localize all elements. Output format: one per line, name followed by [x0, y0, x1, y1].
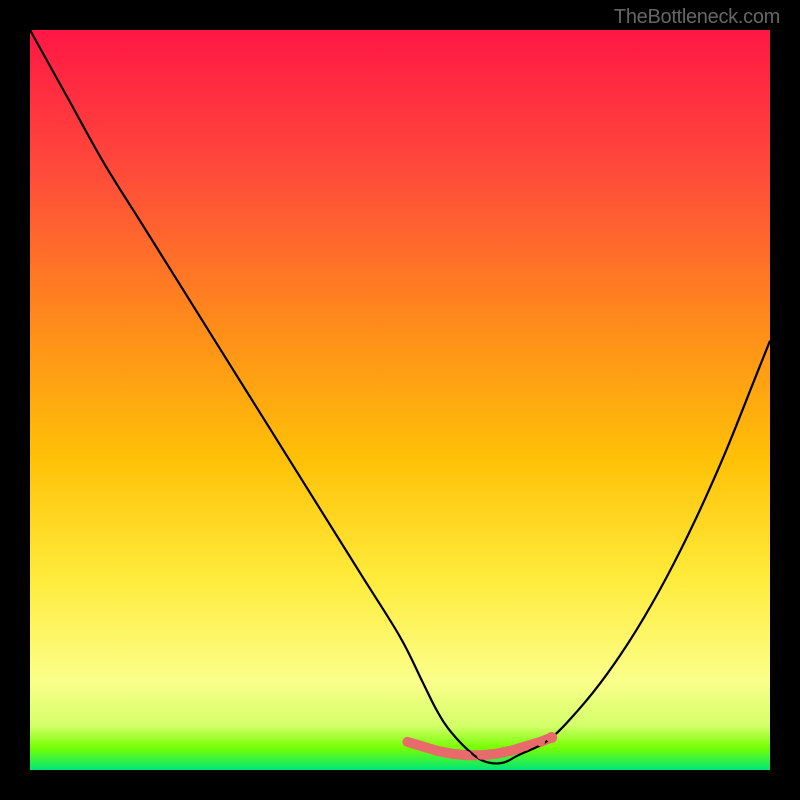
marker-point [477, 751, 486, 760]
watermark-text: TheBottleneck.com [614, 6, 780, 29]
curve-layer [30, 30, 770, 770]
marker-point [447, 749, 456, 758]
marker-point [418, 742, 427, 751]
marker-point [403, 737, 412, 746]
bottleneck-chart: TheBottleneck.com [0, 0, 800, 800]
bottleneck-curve [30, 30, 770, 764]
marker-point [521, 742, 530, 751]
marker-point [462, 751, 471, 760]
plot-area [30, 30, 770, 770]
marker-point [546, 732, 557, 743]
marker-point [492, 749, 501, 758]
marker-point [536, 737, 545, 746]
marker-point [433, 746, 442, 755]
marker-point [507, 746, 516, 755]
